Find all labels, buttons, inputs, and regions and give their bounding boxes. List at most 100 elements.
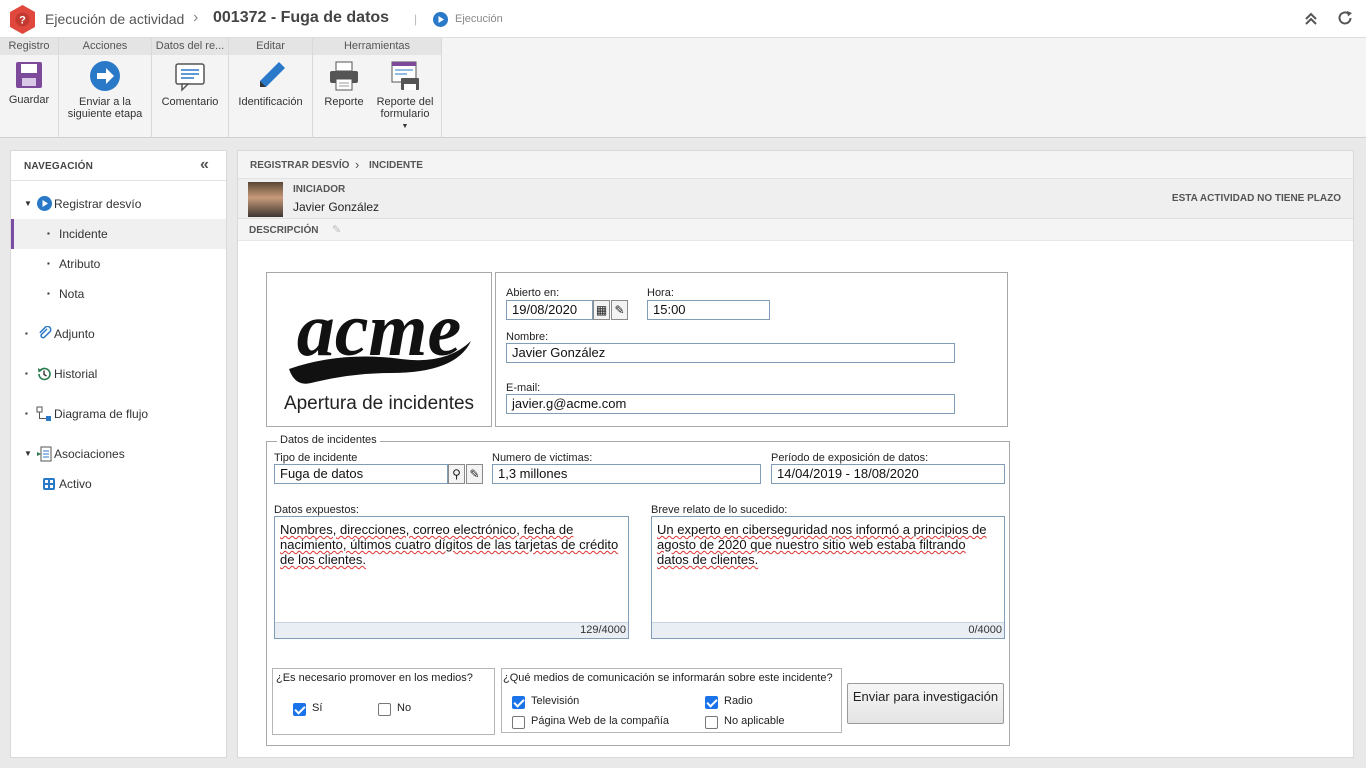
identification-label: Identificación [238, 96, 303, 108]
media-na-checkbox[interactable] [705, 716, 718, 729]
title-separator: | [414, 12, 418, 26]
form-report-icon [391, 61, 419, 90]
nav-item-incidente[interactable]: ▪ Incidente [11, 219, 226, 249]
media-tv-checkbox[interactable] [512, 696, 525, 709]
nav-item-atributo[interactable]: ▪ Atributo [11, 249, 226, 279]
arrow-right-circle-icon [90, 61, 120, 91]
nav-item-registrar-desvio[interactable]: ▼ Registrar desvío [11, 189, 226, 219]
email-label: E-mail: [506, 382, 541, 394]
comment-icon [175, 63, 205, 92]
nav-item-label: Diagrama de flujo [54, 407, 149, 421]
victims-field[interactable]: 1,3 millones [492, 464, 761, 484]
victims-label: Numero de victimas: [492, 452, 593, 464]
form-report-button[interactable]: Reporte del formulario ▼ [372, 60, 438, 133]
nav-item-activo[interactable]: Activo [11, 469, 226, 499]
media-question-label: ¿Qué medios de comunicación se informará… [503, 672, 833, 684]
identification-button[interactable]: Identificación [229, 60, 312, 108]
ribbon-group-label: Acciones [59, 38, 151, 55]
initiator-label: INICIADOR [293, 184, 346, 195]
deadline-note: ESTA ACTIVIDAD NO TIENE PLAZO [1171, 193, 1341, 204]
nav-item-diagrama-de-flujo[interactable]: ▪ Diagrama de flujo [11, 399, 226, 429]
nav-item-label: Activo [59, 477, 92, 491]
ribbon-group-editar: Editar Identificación [229, 38, 313, 138]
search-icon[interactable]: ⚲ [448, 464, 465, 484]
ribbon-group-label: Editar [229, 38, 312, 55]
ribbon-toolbar: Registro Guardar Acciones Enviar a la si… [0, 38, 1366, 138]
description-bar: DESCRIPCIÓN ✎ [238, 219, 1353, 241]
logo-box: acme Apertura de incidentes [266, 272, 492, 427]
summary-textarea[interactable]: Un experto en ciberseguridad nos informó… [651, 516, 1005, 639]
promote-yes-label: Sí [312, 702, 323, 714]
ribbon-group-registro: Registro Guardar [0, 38, 59, 138]
ribbon-group-datos: Datos del re... Comentario [152, 38, 229, 138]
send-next-step-button[interactable]: Enviar a la siguiente etapa [59, 60, 151, 120]
chevron-right-icon: › [355, 157, 360, 172]
promote-no-checkbox[interactable] [378, 703, 391, 716]
play-circle-icon [433, 12, 448, 27]
bullet-icon: ▪ [47, 289, 50, 298]
nav-item-adjunto[interactable]: ▪ Adjunto [11, 319, 226, 349]
save-button[interactable]: Guardar [0, 60, 58, 106]
header-fields-box: Abierto en: 19/08/2020 ▦ ✎ Hora: 15:00 N… [495, 272, 1008, 427]
bullet-icon: ▪ [25, 329, 28, 338]
media-tv-label: Televisión [531, 695, 580, 707]
associations-icon [37, 446, 52, 462]
send-next-step-label: Enviar a la siguiente etapa [67, 96, 143, 120]
email-field[interactable]: javier.g@acme.com [506, 394, 955, 414]
description-label: DESCRIPCIÓN [249, 225, 319, 236]
refresh-icon[interactable] [1336, 9, 1354, 27]
flowchart-icon [36, 406, 51, 421]
promote-yes-checkbox[interactable] [293, 703, 306, 716]
printer-icon [330, 61, 358, 91]
caret-down-icon[interactable]: ▼ [24, 439, 32, 469]
collapse-up-icon[interactable] [1303, 10, 1319, 26]
chevron-right-icon: › [193, 9, 199, 26]
bullet-icon: ▪ [25, 409, 28, 418]
clear-brush-icon[interactable]: ✎ [466, 464, 483, 484]
exposed-data-text: Nombres, direcciones, correo electrónico… [280, 522, 619, 567]
report-button[interactable]: Reporte [316, 60, 372, 108]
nav-item-label: Registrar desvío [54, 197, 142, 211]
media-radio-checkbox[interactable] [705, 696, 718, 709]
time-field[interactable]: 15:00 [647, 300, 770, 320]
send-investigation-button[interactable]: Enviar para investigación [847, 683, 1004, 724]
breadcrumb-item[interactable]: REGISTRAR DESVÍO [250, 160, 349, 171]
activity-label: Ejecución de actividad [45, 11, 185, 27]
app-logo-icon: ? [10, 5, 35, 34]
double-chevron-left-icon[interactable]: « [200, 156, 209, 174]
name-field[interactable]: Javier González [506, 343, 955, 363]
calendar-icon[interactable]: ▦ [593, 300, 610, 320]
nav-item-asociaciones[interactable]: ▼ Asociaciones [11, 439, 226, 469]
bullet-icon: ▪ [47, 229, 50, 238]
exposure-period-field[interactable]: 14/04/2019 - 18/08/2020 [771, 464, 1005, 484]
nav-item-label: Historial [54, 367, 98, 381]
title-bar: ? Ejecución de actividad › 001372 - Fuga… [0, 0, 1366, 38]
promote-no-label: No [397, 702, 412, 714]
report-label: Reporte [324, 96, 364, 108]
edit-pencil-icon[interactable]: ✎ [332, 223, 341, 236]
caret-down-icon[interactable]: ▼ [24, 189, 32, 219]
name-label: Nombre: [506, 331, 549, 343]
exposed-data-label: Datos expuestos: [274, 504, 359, 516]
comment-button[interactable]: Comentario [152, 60, 228, 108]
promote-question-label: ¿Es necesario promover en los medios? [276, 672, 473, 684]
summary-text: Un experto en ciberseguridad nos informó… [657, 522, 987, 567]
nav-item-historial[interactable]: ▪ Historial [11, 359, 226, 389]
media-question-box: ¿Qué medios de comunicación se informará… [501, 668, 842, 733]
clear-brush-icon[interactable]: ✎ [611, 300, 628, 320]
main-panel: REGISTRAR DESVÍO › INCIDENTE INICIADOR J… [237, 150, 1354, 758]
dropdown-caret-icon[interactable]: ▼ [372, 121, 438, 133]
time-label: Hora: [647, 287, 674, 299]
ribbon-group-label: Herramientas [313, 38, 441, 55]
navigation-panel: NAVEGACIÓN « ▼ Registrar desvío ▪ Incide… [10, 150, 227, 758]
status-label: Ejecución [455, 13, 503, 25]
breadcrumb: REGISTRAR DESVÍO › INCIDENTE [238, 151, 1353, 179]
nav-item-nota[interactable]: ▪ Nota [11, 279, 226, 309]
exposed-data-textarea[interactable]: Nombres, direcciones, correo electrónico… [274, 516, 629, 639]
summary-counter: 0/4000 [652, 622, 1004, 638]
ribbon-group-acciones: Acciones Enviar a la siguiente etapa [59, 38, 152, 138]
opened-date-field[interactable]: 19/08/2020 [506, 300, 593, 320]
incident-type-field[interactable]: Fuga de datos [274, 464, 448, 484]
media-web-checkbox[interactable] [512, 716, 525, 729]
ribbon-group-label: Datos del re... [152, 38, 228, 55]
